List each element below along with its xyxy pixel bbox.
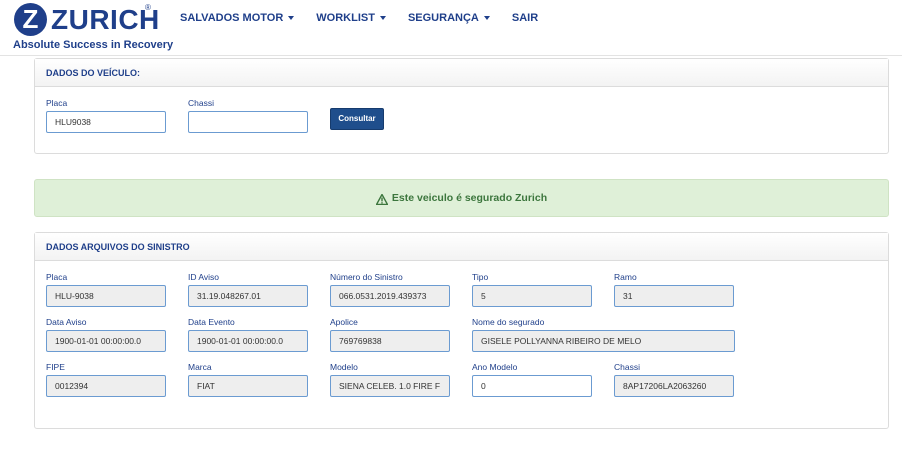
apolice-input[interactable]: 769769838 (330, 330, 450, 352)
nome-segurado-input[interactable]: GISELE POLLYANNA RIBEIRO DE MELO (472, 330, 735, 352)
panel-title: DADOS DO VEÍCULO: (35, 59, 888, 87)
claim-placa-input[interactable]: HLU-9038 (46, 285, 166, 307)
data-evento-group: Data Evento 1900-01-01 00:00:00.0 (188, 317, 308, 352)
zurich-logo-mark: Z (14, 3, 47, 36)
numero-sinistro-group: Número do Sinistro 066.0531.2019.439373 (330, 272, 450, 307)
registered-mark: ® (145, 3, 151, 12)
top-navbar: Z ZURICH ® Absolute Success in Recovery … (0, 0, 902, 56)
nav-salvados-motor[interactable]: SALVADOS MOTOR (180, 12, 295, 24)
panel-title: DADOS ARQUIVOS DO SINISTRO (35, 233, 888, 261)
ramo-label: Ramo (614, 272, 637, 282)
alert-text: Este veiculo é segurado Zurich (391, 192, 548, 204)
nav-worklist[interactable]: WORKLIST (316, 12, 386, 24)
id-aviso-input[interactable]: 31.19.048267.01 (188, 285, 308, 307)
fipe-input[interactable]: 0012394 (46, 375, 166, 397)
caret-down-icon (483, 16, 490, 20)
data-aviso-input[interactable]: 1900-01-01 00:00:00.0 (46, 330, 166, 352)
caret-down-icon (288, 16, 295, 20)
claim-placa-group: Placa HLU-9038 (46, 272, 166, 307)
nav-item-label: WORKLIST (316, 12, 375, 24)
brand-tagline: Absolute Success in Recovery (13, 39, 174, 51)
ano-modelo-group: Ano Modelo 0 (472, 362, 592, 397)
nav-item-label: SAIR (511, 12, 539, 24)
caret-down-icon (379, 16, 386, 20)
claim-data-panel: DADOS ARQUIVOS DO SINISTRO Placa HLU-903… (34, 232, 889, 429)
chassi-label: Chassi (188, 98, 214, 108)
apolice-group: Apolice 769769838 (330, 317, 450, 352)
claim-chassi-group: Chassi 8AP17206LA2063260 (614, 362, 734, 397)
data-aviso-group: Data Aviso 1900-01-01 00:00:00.0 (46, 317, 166, 352)
chassi-field-group: Chassi (188, 98, 308, 133)
insured-alert: Este veiculo é segurado Zurich (34, 179, 889, 217)
marca-label: Marca (188, 362, 212, 372)
nav-sair[interactable]: SAIR (512, 12, 538, 24)
modelo-label: Modelo (330, 362, 358, 372)
zurich-logo[interactable]: Z ZURICH ® Absolute Success in Recovery (13, 3, 173, 53)
tipo-group: Tipo 5 (472, 272, 592, 307)
chassi-input[interactable] (188, 111, 308, 133)
numero-sinistro-input[interactable]: 066.0531.2019.439373 (330, 285, 450, 307)
nome-segurado-label: Nome do segurado (472, 317, 545, 327)
claim-chassi-label: Chassi (614, 362, 640, 372)
zurich-logo-word: ZURICH (51, 4, 160, 35)
data-evento-label: Data Evento (188, 317, 235, 327)
data-aviso-label: Data Aviso (46, 317, 87, 327)
tipo-label: Tipo (472, 272, 489, 282)
modelo-input[interactable]: SIENA CELEB. 1.0 FIRE F (330, 375, 450, 397)
fipe-group: FIPE 0012394 (46, 362, 166, 397)
tipo-input[interactable]: 5 (472, 285, 592, 307)
placa-field-group: Placa HLU9038 (46, 98, 166, 133)
ano-modelo-input[interactable]: 0 (472, 375, 592, 397)
ramo-group: Ramo 31 (614, 272, 734, 307)
placa-input[interactable]: HLU9038 (46, 111, 166, 133)
consultar-button[interactable]: Consultar (330, 108, 384, 130)
placa-label: Placa (46, 98, 68, 108)
ano-modelo-label: Ano Modelo (472, 362, 518, 372)
vehicle-data-panel: DADOS DO VEÍCULO: Placa HLU9038 Chassi C… (34, 58, 889, 154)
claim-chassi-input[interactable]: 8AP17206LA2063260 (614, 375, 734, 397)
id-aviso-label: ID Aviso (188, 272, 220, 282)
marca-input[interactable]: FIAT (188, 375, 308, 397)
marca-group: Marca FIAT (188, 362, 308, 397)
claim-placa-label: Placa (46, 272, 68, 282)
apolice-label: Apolice (330, 317, 358, 327)
modelo-group: Modelo SIENA CELEB. 1.0 FIRE F (330, 362, 450, 397)
nav-item-label: SALVADOS MOTOR (180, 12, 284, 24)
fipe-label: FIPE (46, 362, 65, 372)
data-evento-input[interactable]: 1900-01-01 00:00:00.0 (188, 330, 308, 352)
nome-segurado-group: Nome do segurado GISELE POLLYANNA RIBEIR… (472, 317, 735, 352)
nav-item-label: SEGURANÇA (407, 12, 479, 24)
warning-icon (375, 193, 388, 205)
numero-sinistro-label: Número do Sinistro (330, 272, 403, 282)
id-aviso-group: ID Aviso 31.19.048267.01 (188, 272, 308, 307)
main-nav: SALVADOS MOTOR WORKLIST SEGURANÇA SAIR (180, 12, 560, 24)
nav-seguranca[interactable]: SEGURANÇA (408, 12, 490, 24)
ramo-input[interactable]: 31 (614, 285, 734, 307)
